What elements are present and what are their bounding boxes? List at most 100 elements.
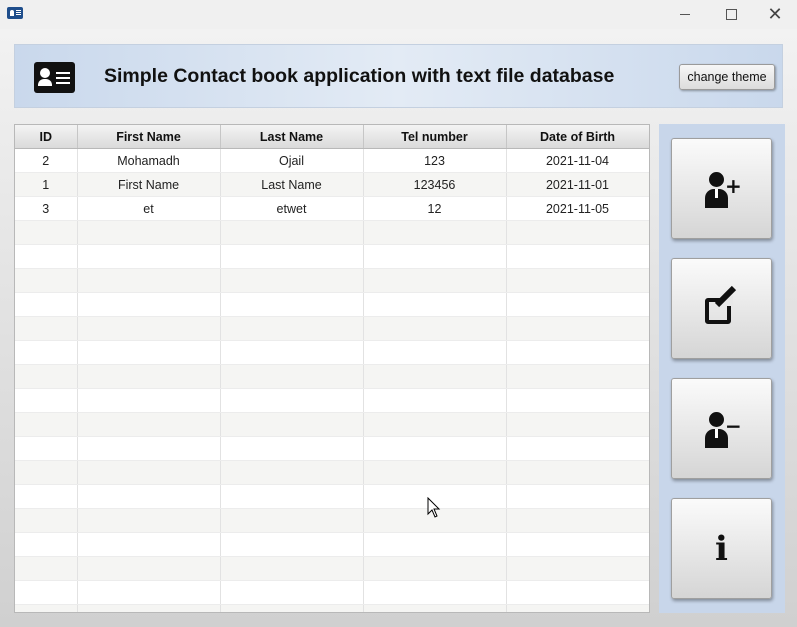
empty-table-row [15,460,649,485]
empty-cell [363,556,507,581]
cell-last-name: Ojail [220,148,364,173]
empty-cell [77,436,221,461]
table-row[interactable]: 3 et etwet 12 2021-11-05 [15,196,649,221]
empty-cell [220,292,364,317]
edit-contact-button[interactable] [671,258,772,359]
empty-cell [77,484,221,509]
close-icon: ✕ [767,3,783,25]
cell-id: 3 [15,196,78,221]
empty-cell [220,244,364,269]
minimize-icon [680,14,690,15]
cell-tel-number: 123 [363,148,507,173]
empty-cell [363,340,507,365]
empty-table-row [15,532,649,557]
app-icon [7,7,23,19]
minimize-button[interactable] [662,0,708,29]
empty-cell [506,532,649,557]
header-banner: Simple Contact book application with tex… [14,44,783,108]
page-title: Simple Contact book application with tex… [104,65,615,87]
empty-cell [77,340,221,365]
table-row[interactable]: 2 Mohamadh Ojail 123 2021-11-04 [15,148,649,173]
empty-table-row [15,484,649,509]
table-header-row: ID First Name Last Name Tel number Date … [15,125,649,149]
maximize-button[interactable] [708,0,754,29]
change-theme-button[interactable]: change theme [679,64,775,90]
empty-cell [506,580,649,605]
empty-cell [220,580,364,605]
empty-cell [220,604,364,612]
empty-table-row [15,220,649,245]
close-button[interactable]: ✕ [752,0,797,29]
empty-cell [77,220,221,245]
empty-cell [77,316,221,341]
empty-cell [77,268,221,293]
mouse-cursor-icon [427,497,441,518]
empty-cell [15,412,78,437]
empty-cell [77,460,221,485]
empty-cell [363,436,507,461]
empty-cell [506,340,649,365]
empty-cell [77,604,221,612]
empty-cell [77,556,221,581]
column-header-last-name[interactable]: Last Name [220,125,364,149]
column-header-id[interactable]: ID [15,125,78,149]
empty-cell [15,244,78,269]
empty-cell [15,484,78,509]
column-header-date-of-birth[interactable]: Date of Birth [506,125,649,149]
add-user-icon: + [705,172,742,208]
table-row[interactable]: 1 First Name Last Name 123456 2021-11-01 [15,172,649,197]
empty-cell [15,388,78,413]
empty-table-row [15,316,649,341]
empty-cell [15,508,78,533]
empty-cell [506,244,649,269]
empty-cell [363,268,507,293]
empty-cell [363,604,507,612]
empty-table-row [15,556,649,581]
empty-cell [15,556,78,581]
empty-cell [220,220,364,245]
column-header-tel-number[interactable]: Tel number [363,125,507,149]
maximize-icon [725,9,737,20]
empty-cell [15,460,78,485]
info-button[interactable]: i [671,498,772,599]
empty-cell [506,436,649,461]
cell-first-name: First Name [77,172,221,197]
empty-cell [220,556,364,581]
empty-table-row [15,244,649,269]
empty-cell [15,604,78,612]
empty-cell [220,268,364,293]
cell-first-name: Mohamadh [77,148,221,173]
empty-table-row [15,580,649,605]
empty-cell [77,580,221,605]
empty-cell [220,364,364,389]
empty-cell [506,412,649,437]
empty-cell [15,580,78,605]
cell-id: 2 [15,148,78,173]
empty-cell [363,364,507,389]
cell-date-of-birth: 2021-11-01 [506,172,649,197]
empty-table-row [15,340,649,365]
empty-cell [15,364,78,389]
cell-first-name: et [77,196,221,221]
empty-cell [77,388,221,413]
add-contact-button[interactable]: + [671,138,772,239]
empty-cell [363,532,507,557]
empty-cell [77,292,221,317]
empty-cell [15,316,78,341]
contacts-table[interactable]: ID First Name Last Name Tel number Date … [14,124,650,613]
column-header-first-name[interactable]: First Name [77,125,221,149]
empty-cell [506,292,649,317]
action-panel: + − i [659,124,785,613]
empty-cell [506,388,649,413]
empty-cell [220,412,364,437]
empty-cell [506,508,649,533]
remove-contact-button[interactable]: − [671,378,772,479]
empty-cell [220,508,364,533]
empty-cell [77,412,221,437]
empty-cell [220,436,364,461]
empty-cell [77,508,221,533]
empty-cell [363,220,507,245]
remove-user-icon: − [705,412,742,448]
empty-cell [15,268,78,293]
empty-cell [506,556,649,581]
